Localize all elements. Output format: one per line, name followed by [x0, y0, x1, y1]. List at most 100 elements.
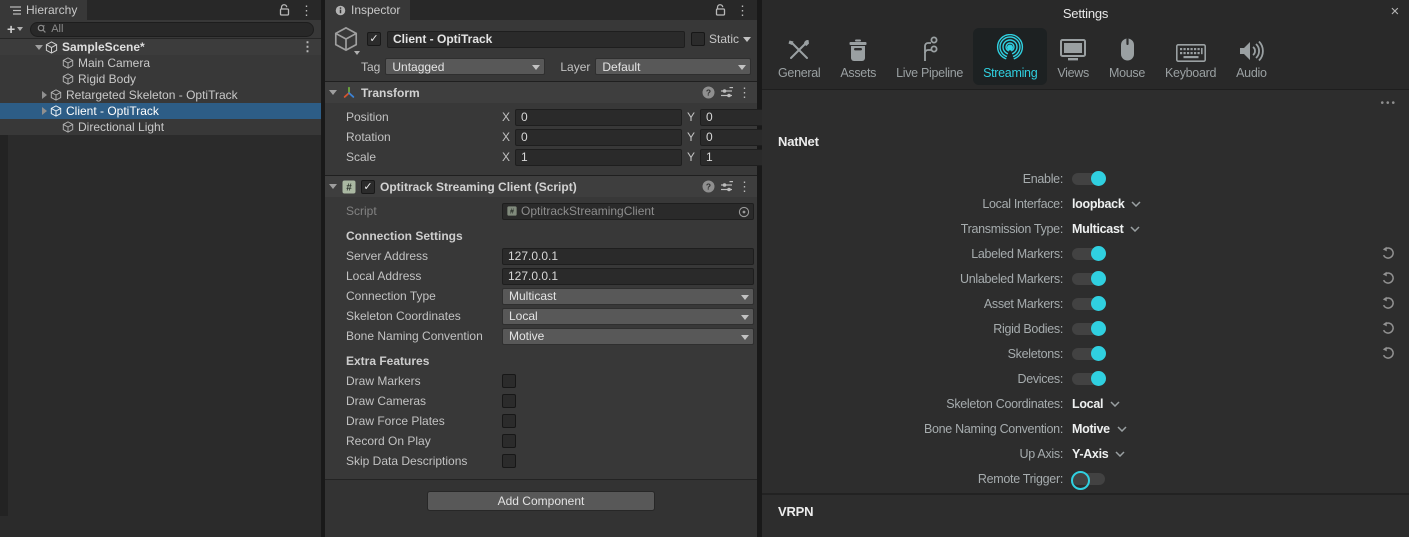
chevron-down-icon: [1117, 426, 1127, 432]
position-x-field[interactable]: [515, 109, 682, 126]
gameobject-big-cube-icon[interactable]: [331, 26, 361, 52]
transmission-type-dropdown[interactable]: Multicast: [1072, 222, 1140, 236]
settings-window: Settings × General Assets Live Pipeli: [762, 0, 1409, 537]
gameobject-cube-icon: [62, 121, 74, 133]
draw-cameras-checkbox[interactable]: [502, 394, 516, 408]
local-address-field[interactable]: [502, 268, 754, 285]
natnet-rows: Enable: Local Interface: loopback Transm…: [762, 166, 1409, 491]
optitrack-component-header[interactable]: # ✓ Optitrack Streaming Client (Script) …: [325, 175, 757, 197]
connection-type-dropdown[interactable]: Multicast: [502, 288, 754, 305]
undo-icon[interactable]: [1381, 321, 1395, 335]
kebab-menu-icon[interactable]: ⋮: [300, 4, 313, 17]
tab-inspector[interactable]: Inspector: [325, 0, 410, 20]
tree-row[interactable]: Directional Light: [0, 119, 321, 135]
foldout-closed-icon[interactable]: [42, 91, 47, 99]
add-component-button[interactable]: Add Component: [427, 491, 655, 511]
tree-row-label: Rigid Body: [78, 72, 136, 86]
tree-row-scene[interactable]: SampleScene* ⋮: [0, 39, 321, 55]
undo-icon[interactable]: [1381, 296, 1395, 310]
close-icon[interactable]: ×: [1390, 3, 1399, 20]
transform-header[interactable]: Transform ? ⋮: [325, 81, 757, 103]
rigid-bodies-toggle[interactable]: [1072, 323, 1105, 335]
tree-row-label: Main Camera: [78, 56, 150, 70]
bone-naming-convention-dropdown[interactable]: Motive: [502, 328, 754, 345]
devices-toggle[interactable]: [1072, 373, 1105, 385]
svg-text:#: #: [510, 208, 514, 216]
tree-row[interactable]: Rigid Body: [0, 71, 321, 87]
active-checkbox[interactable]: ✓: [367, 32, 381, 46]
scale-x-field[interactable]: [515, 149, 682, 166]
help-icon[interactable]: ?: [702, 180, 715, 193]
bone-naming-convention-dropdown[interactable]: Motive: [1072, 422, 1127, 436]
undo-icon[interactable]: [1381, 246, 1395, 260]
layer-label: Layer: [560, 60, 590, 74]
component-enabled-checkbox[interactable]: ✓: [361, 180, 375, 194]
presets-icon[interactable]: [720, 87, 733, 99]
search-icon: [37, 24, 48, 34]
tag-dropdown[interactable]: Untagged: [385, 58, 545, 75]
tab-hierarchy[interactable]: Hierarchy: [0, 0, 87, 20]
chevron-down-icon: [738, 65, 746, 70]
layer-dropdown[interactable]: Default: [595, 58, 751, 75]
setting-row-unlabeled-markers: Unlabeled Markers:: [762, 266, 1409, 291]
speaker-icon: [1238, 34, 1264, 62]
labeled-markers-toggle[interactable]: [1072, 248, 1105, 260]
tab-views[interactable]: Views: [1047, 28, 1099, 85]
tab-audio[interactable]: Audio: [1226, 28, 1276, 85]
object-picker-icon[interactable]: [738, 206, 750, 218]
record-on-play-checkbox[interactable]: [502, 434, 516, 448]
foldout-open-icon[interactable]: [35, 45, 43, 50]
tab-streaming[interactable]: Streaming: [973, 28, 1047, 85]
skeleton-coordinates-dropdown[interactable]: Local: [1072, 397, 1120, 411]
chevron-down-icon: [741, 315, 749, 320]
tab-label: General: [778, 66, 820, 80]
skeletons-toggle[interactable]: [1072, 348, 1105, 360]
hierarchy-search[interactable]: [30, 22, 314, 37]
more-options-icon[interactable]: •••: [1380, 98, 1397, 109]
draw-force-plates-checkbox[interactable]: [502, 414, 516, 428]
gameobject-name-field[interactable]: [387, 31, 685, 48]
remote-trigger-toggle[interactable]: [1072, 473, 1105, 485]
setting-row-remote-trigger: Remote Trigger:: [762, 466, 1409, 491]
scene-kebab-icon[interactable]: ⋮: [301, 40, 314, 53]
help-icon[interactable]: ?: [702, 86, 715, 99]
optitrack-component-body: Script # OptitrackStreamingClient Connec…: [325, 197, 757, 479]
kebab-menu-icon[interactable]: ⋮: [736, 4, 749, 17]
up-axis-dropdown[interactable]: Y-Axis: [1072, 447, 1125, 461]
unlock-icon[interactable]: [715, 4, 726, 16]
chevron-down-icon: [1130, 226, 1140, 232]
static-checkbox[interactable]: [691, 32, 705, 46]
tab-live-pipeline[interactable]: Live Pipeline: [886, 28, 973, 85]
tree-row[interactable]: Main Camera: [0, 55, 321, 71]
tab-keyboard[interactable]: Keyboard: [1155, 28, 1226, 85]
search-input[interactable]: [51, 23, 307, 35]
script-object-field[interactable]: # OptitrackStreamingClient: [502, 203, 754, 220]
kebab-menu-icon[interactable]: ⋮: [738, 180, 751, 193]
draw-markers-checkbox[interactable]: [502, 374, 516, 388]
tab-general[interactable]: General: [768, 28, 830, 85]
tree-row[interactable]: Retargeted Skeleton - OptiTrack: [0, 87, 321, 103]
undo-icon[interactable]: [1381, 271, 1395, 285]
skip-data-descriptions-checkbox[interactable]: [502, 454, 516, 468]
server-address-field[interactable]: [502, 248, 754, 265]
asset-markers-toggle[interactable]: [1072, 298, 1105, 310]
unlabeled-markers-toggle[interactable]: [1072, 273, 1105, 285]
rotation-x-field[interactable]: [515, 129, 682, 146]
foldout-closed-icon[interactable]: [42, 107, 47, 115]
enable-toggle[interactable]: [1072, 173, 1105, 185]
tab-assets[interactable]: Assets: [830, 28, 886, 85]
tree-row-selected[interactable]: Client - OptiTrack: [0, 103, 321, 119]
tab-mouse[interactable]: Mouse: [1099, 28, 1155, 85]
unlock-icon[interactable]: [279, 4, 290, 16]
kebab-menu-icon[interactable]: ⋮: [738, 86, 751, 99]
foldout-open-icon[interactable]: [329, 184, 337, 189]
connection-settings-header: Connection Settings: [325, 221, 757, 246]
chevron-down-icon[interactable]: [743, 37, 751, 42]
skeleton-coordinates-dropdown[interactable]: Local: [502, 308, 754, 325]
local-interface-dropdown[interactable]: loopback: [1072, 197, 1141, 211]
foldout-open-icon[interactable]: [329, 90, 337, 95]
scene-name: SampleScene*: [62, 40, 145, 54]
presets-icon[interactable]: [720, 181, 733, 193]
undo-icon[interactable]: [1381, 346, 1395, 360]
add-gameobject-button[interactable]: +: [7, 21, 23, 37]
